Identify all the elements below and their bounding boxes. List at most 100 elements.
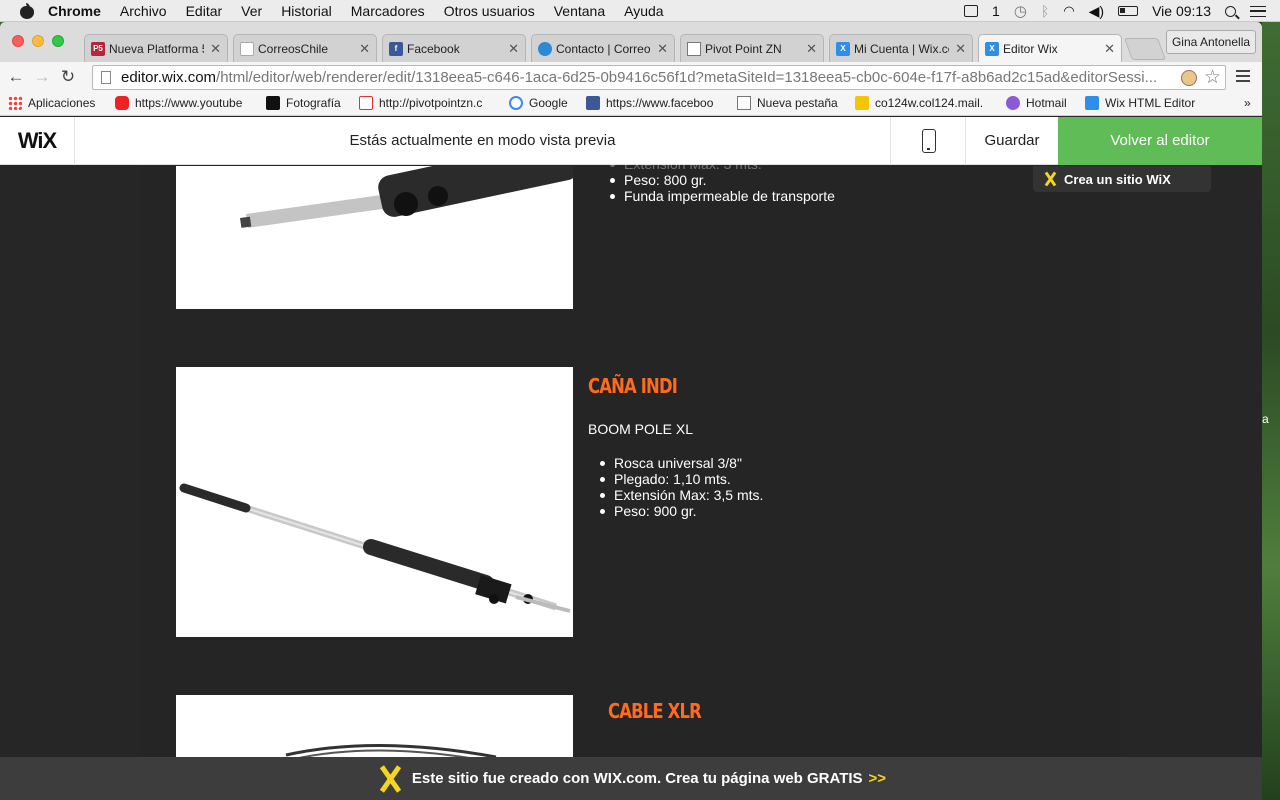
close-tab-icon[interactable]: ✕ <box>210 41 221 57</box>
bookmark-google[interactable]: Google <box>509 96 573 110</box>
tab-label: Nueva Platforma 5 <box>109 41 205 56</box>
bluetooth-icon[interactable]: ᛒ <box>1041 3 1049 19</box>
p5-icon: P5 <box>91 41 105 56</box>
menu-otros-usuarios[interactable]: Otros usuarios <box>444 3 535 19</box>
url-path: /html/editor/web/renderer/edit/1318eea5-… <box>216 69 1158 86</box>
close-tab-icon[interactable]: ✕ <box>359 41 370 57</box>
boom-pole-image <box>179 483 571 613</box>
menu-historial[interactable]: Historial <box>281 3 332 19</box>
footer-arrows: >> <box>868 770 887 787</box>
youtube-icon <box>115 96 129 110</box>
product-image-top <box>176 166 573 309</box>
window-controls <box>12 35 72 47</box>
contact-icon <box>538 41 552 56</box>
bookmark-wix-html-editor[interactable]: Wix HTML Editor <box>1085 96 1200 110</box>
tab-mi-cuenta-wix[interactable]: X Mi Cuenta | Wix.co ✕ <box>829 34 973 62</box>
tab-label: Facebook <box>407 41 460 56</box>
facebook-icon: f <box>389 41 403 56</box>
bookmark-label: Fotografía <box>286 96 341 110</box>
footer-text: Este sitio fue creado con WIX.com. Crea … <box>411 770 863 787</box>
close-tab-icon[interactable]: ✕ <box>806 41 817 57</box>
bookmarks-overflow-button[interactable]: » <box>1244 96 1258 110</box>
site-content: Extensión Max: 3 mts. Peso: 800 gr. Fund… <box>141 156 1121 800</box>
tab-contacto[interactable]: Contacto | Correo ✕ <box>531 34 675 62</box>
zoom-window-button[interactable] <box>52 35 64 47</box>
notification-center-icon[interactable] <box>1250 5 1266 17</box>
bookmark-label: Aplicaciones <box>28 96 96 110</box>
save-button[interactable]: Guardar <box>966 132 1058 149</box>
bookmarks-bar: Aplicaciones https://www.youtube Fotogra… <box>0 92 1262 116</box>
address-bar[interactable]: editor.wix.com/html/editor/web/renderer/… <box>92 65 1226 90</box>
menu-app-chrome[interactable]: Chrome <box>48 3 101 19</box>
close-tab-icon[interactable]: ✕ <box>508 41 519 57</box>
spec-item: Peso: 800 gr. <box>608 172 1028 188</box>
page-info-icon[interactable] <box>101 71 111 84</box>
gmail-icon <box>359 96 373 110</box>
spec-item: Extensión Max: 3 mts. <box>608 156 1028 172</box>
close-window-button[interactable] <box>12 35 24 47</box>
tab-correoschile[interactable]: CorreosChile ✕ <box>233 34 377 62</box>
wix-ad-footer[interactable]: Este sitio fue creado con WIX.com. Crea … <box>0 757 1262 800</box>
menu-archivo[interactable]: Archivo <box>120 3 167 19</box>
bookmark-youtube[interactable]: https://www.youtube <box>115 96 247 110</box>
create-wix-site-badge[interactable]: Crea un sitio WiX <box>1033 166 1211 192</box>
close-tab-icon[interactable]: ✕ <box>657 41 668 57</box>
bookmark-star-icon[interactable]: ☆ <box>1204 66 1221 89</box>
wix-star-icon <box>1043 172 1057 186</box>
back-arrow-icon[interactable]: ← <box>6 67 26 87</box>
bookmark-facebook[interactable]: https://www.faceboo <box>586 96 719 110</box>
reload-icon[interactable]: ↻ <box>58 67 78 87</box>
extension-icon[interactable] <box>1181 70 1197 86</box>
wix-icon <box>1085 96 1099 110</box>
close-tab-icon[interactable]: ✕ <box>955 41 966 57</box>
bookmark-label: Google <box>529 96 568 110</box>
spotlight-search-icon[interactable] <box>1225 5 1236 17</box>
bookmark-hotmail[interactable]: Hotmail <box>1006 96 1074 110</box>
clock[interactable]: Vie 09:13 <box>1152 3 1211 19</box>
bookmark-fotografia[interactable]: Fotografía <box>266 96 346 110</box>
menu-editar[interactable]: Editar <box>186 3 223 19</box>
bookmark-aplicaciones[interactable]: Aplicaciones <box>8 96 108 110</box>
wifi-icon[interactable]: ◠ <box>1063 3 1074 19</box>
input-source-icon[interactable] <box>964 5 979 17</box>
volume-icon[interactable]: ◀) <box>1089 3 1104 20</box>
spec-item: Funda impermeable de transporte <box>608 188 1028 204</box>
wix-star-icon <box>376 766 404 792</box>
minimize-window-button[interactable] <box>32 35 44 47</box>
profile-button[interactable]: Gina Antonella <box>1166 30 1256 54</box>
bookmark-label: https://www.youtube <box>135 96 243 110</box>
bookmark-label: Hotmail <box>1026 96 1067 110</box>
tab-nueva-platforma[interactable]: P5 Nueva Platforma 5 ✕ <box>84 34 228 62</box>
wix-icon: X <box>985 42 999 56</box>
time-machine-icon[interactable]: ◷ <box>1014 2 1027 20</box>
tab-editor-wix[interactable]: X Editor Wix ✕ <box>978 34 1122 63</box>
preview-mode-text: Estás actualmente en modo vista previa <box>349 132 616 149</box>
menu-marcadores[interactable]: Marcadores <box>351 3 425 19</box>
correos-icon <box>240 41 254 56</box>
forward-arrow-icon[interactable]: → <box>32 67 52 87</box>
bookmark-pivotpoint[interactable]: http://pivotpointzn.c <box>359 96 494 110</box>
menu-ventana[interactable]: Ventana <box>554 3 605 19</box>
chrome-menu-icon[interactable] <box>1236 70 1250 82</box>
bookmark-label: http://pivotpointzn.c <box>379 96 483 110</box>
tab-facebook[interactable]: f Facebook ✕ <box>382 34 526 62</box>
bookmark-outlook[interactable]: co124w.col124.mail. <box>855 96 988 110</box>
close-tab-icon[interactable]: ✕ <box>1104 41 1115 57</box>
menu-ver[interactable]: Ver <box>241 3 262 19</box>
spec-item: Plegado: 1,10 mts. <box>598 471 1018 487</box>
battery-icon[interactable] <box>1118 6 1139 16</box>
bookmark-label: Nueva pestaña <box>757 96 838 110</box>
bookmark-label: co124w.col124.mail. <box>875 96 984 110</box>
status-count: 1 <box>992 3 1000 19</box>
url-domain: editor.wix.com <box>121 69 217 86</box>
boom-pole-image-top <box>240 166 573 228</box>
menu-ayuda[interactable]: Ayuda <box>624 3 663 19</box>
back-to-editor-button[interactable]: Volver al editor <box>1058 117 1262 165</box>
bookmark-nueva-pestana[interactable]: Nueva pestaña <box>737 96 841 110</box>
new-tab-button[interactable] <box>1123 38 1167 60</box>
tab-pivot-point[interactable]: Pivot Point ZN ✕ <box>680 34 824 62</box>
tab-label: Mi Cuenta | Wix.co <box>854 41 950 56</box>
apple-menu-icon[interactable] <box>20 2 34 19</box>
bookmark-label: Wix HTML Editor <box>1105 96 1196 110</box>
google-icon <box>509 96 523 110</box>
